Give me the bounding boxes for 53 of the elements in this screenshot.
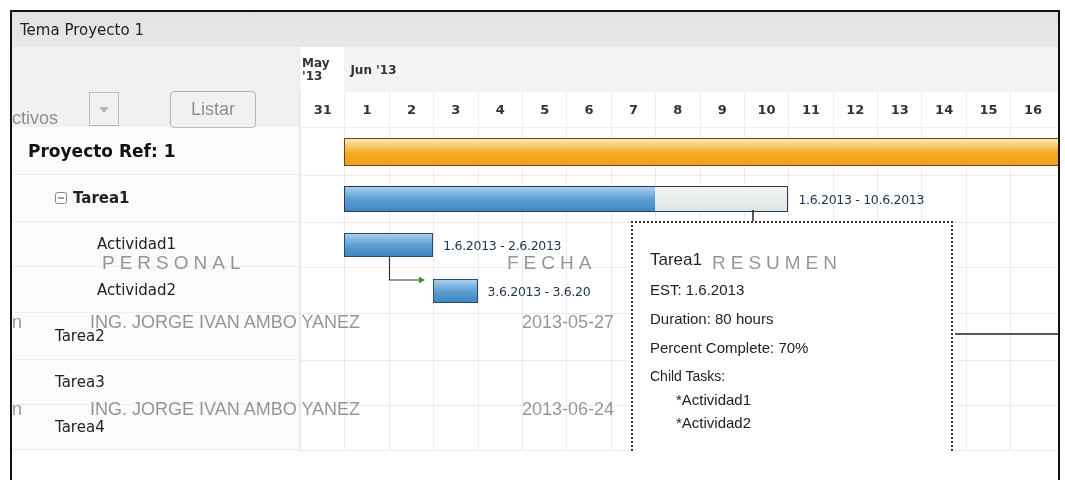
panel-title: Tema Proyecto 1 (20, 20, 144, 39)
table-cell: n (12, 399, 22, 420)
table-cell: 2013-06-24 (522, 399, 615, 420)
filter-value: ctivos (12, 108, 58, 129)
task-name: Actividad2 (97, 280, 177, 299)
task-name: Tarea4 (55, 418, 105, 436)
task-name: Actividad1 (97, 235, 177, 253)
tooltip-title: Tarea1 (650, 250, 702, 270)
day-label: 8 (673, 102, 683, 117)
day-label: 7 (628, 102, 638, 117)
gantt-bar[interactable] (433, 278, 478, 303)
gantt-bar[interactable] (344, 186, 789, 212)
day-label: 4 (495, 102, 505, 117)
task-name: Tarea2 (55, 327, 105, 345)
day-label: 16 (1023, 102, 1042, 117)
day-label: 6 (584, 102, 594, 117)
date-range: 3.6.2013 - 3.6.20 (487, 283, 591, 298)
table-cell: 2013-05-27 (522, 312, 615, 333)
tooltip-line: Duration: 80 hours (650, 310, 775, 327)
month-label: May '13 (302, 56, 331, 83)
gantt-bar[interactable] (344, 233, 434, 257)
tooltip-line: Child Tasks: (650, 368, 727, 384)
tooltip-line: EST: 1.6.2013 (650, 281, 746, 298)
list-button[interactable]: Listar (170, 91, 256, 128)
task-name: Tarea1 (73, 189, 130, 207)
day-label: 15 (979, 102, 998, 117)
day-label: 11 (801, 102, 821, 117)
gantt-bar[interactable] (344, 137, 1058, 166)
column-header: PERSONAL (102, 252, 246, 274)
day-label: 13 (890, 102, 909, 117)
column-header: FECHA (507, 252, 597, 274)
month-label: Jun '13 (350, 62, 397, 77)
day-label: 10 (757, 102, 776, 117)
tooltip-line: Percent Complete: 70% (650, 339, 810, 356)
task-name: Proyecto Ref: 1 (28, 140, 176, 161)
table-cell: n (12, 312, 22, 333)
day-label: 2 (406, 102, 416, 117)
table-cell: ING. JORGE IVAN AMBO YANEZ (90, 399, 361, 420)
child-task: *Actividad2 (675, 413, 753, 434)
day-label: 12 (846, 102, 865, 117)
task-name: Tarea3 (55, 373, 105, 391)
day-label: 1 (362, 102, 372, 117)
day-label: 9 (717, 102, 727, 117)
collapse-icon[interactable] (55, 192, 67, 204)
date-range: 1.6.2013 - 10.6.2013 (798, 191, 925, 207)
date-range: 1.6.2013 - 2.6.2013 (443, 237, 562, 253)
day-label: 14 (935, 102, 954, 117)
day-label: 5 (540, 102, 550, 117)
day-label: 3 (451, 102, 461, 117)
day-label: 31 (313, 102, 332, 117)
column-header: RESUMEN (712, 252, 842, 274)
dropdown-icon (89, 92, 119, 126)
child-task: *Actividad1 (675, 390, 753, 410)
